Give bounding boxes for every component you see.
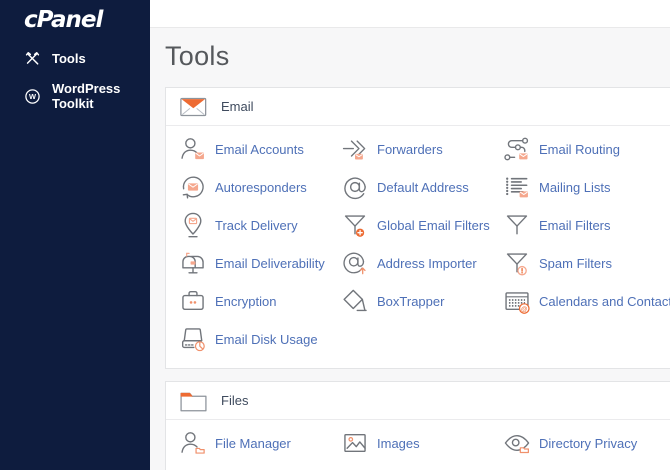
tool-item-address-importer[interactable]: Address Importer [341,244,503,282]
cpanel-logo[interactable]: cPanel [0,0,150,31]
app-window: cPanel Tools W WordPress Toolkit Tools Ema… [0,0,670,470]
tool-label: BoxTrapper [377,294,444,309]
tool-label: Images [377,436,420,451]
tool-item-mailing-lists[interactable]: Mailing Lists [503,168,670,206]
tools-icon [24,50,41,67]
global-email-filters-icon [341,211,369,239]
tool-item-directory-privacy[interactable]: Directory Privacy [503,424,670,462]
tool-item-calendars-and-contacts[interactable]: @ Calendars and Contacts [503,282,670,320]
section-title: Files [221,393,248,408]
email-accounts-icon [179,135,207,163]
tool-item-forwarders[interactable]: Forwarders [341,130,503,168]
sidebar-item-label: WordPress Toolkit [52,81,142,111]
tool-item-global-email-filters[interactable]: Global Email Filters [341,206,503,244]
boxtrapper-icon [341,287,369,315]
directory-privacy-icon [503,429,531,457]
track-delivery-icon [179,211,207,239]
tool-label: Spam Filters [539,256,612,271]
tool-grid-email: Email Accounts Forwarders Email Routing Aut… [166,126,670,368]
main-area: Tools EmailEmail AccountsForwardersEmail… [150,0,670,470]
tool-item-default-address[interactable]: Default Address [341,168,503,206]
content: Tools EmailEmail AccountsForwardersEmail… [150,28,670,470]
files-section-icon [180,390,207,412]
page-title: Tools [165,41,670,72]
tool-label: Mailing Lists [539,180,611,195]
sections-container: Email Email Accounts Forwarders Email Routi… [165,87,670,470]
tool-label: Email Accounts [215,142,304,157]
sidebar-item-tools[interactable]: Tools [0,43,150,74]
spam-filters-icon [503,249,531,277]
tool-label: Autoresponders [215,180,307,195]
tool-label: Track Delivery [215,218,298,233]
svg-text:W: W [29,92,36,101]
tool-item-email-accounts[interactable]: Email Accounts [179,130,341,168]
topbar [150,0,670,28]
sidebar-item-wordpress-toolkit[interactable]: W WordPress Toolkit [0,74,150,118]
tool-label: Encryption [215,294,276,309]
tool-label: Email Disk Usage [215,332,318,347]
tool-item-email-filters[interactable]: Email Filters [503,206,670,244]
forwarders-icon [341,135,369,163]
tool-item-autoresponders[interactable]: Autoresponders [179,168,341,206]
tool-label: Email Routing [539,142,620,157]
tool-item-track-delivery[interactable]: Track Delivery [179,206,341,244]
tool-label: Global Email Filters [377,218,490,233]
tool-label: Directory Privacy [539,436,637,451]
tool-item-email-routing[interactable]: Email Routing [503,130,670,168]
file-manager-icon [179,429,207,457]
default-address-icon [341,173,369,201]
address-importer-icon [341,249,369,277]
email-deliverability-icon [179,249,207,277]
tool-item-boxtrapper[interactable]: BoxTrapper [341,282,503,320]
tool-label: File Manager [215,436,291,451]
calendars-contacts-icon: @ [503,287,531,315]
sidebar: cPanel Tools W WordPress Toolkit [0,0,150,470]
autoresponders-icon [179,173,207,201]
email-filters-icon [503,211,531,239]
email-section-icon [180,96,207,118]
email-disk-usage-icon [179,325,207,353]
tool-item-encryption[interactable]: Encryption [179,282,341,320]
tool-item-email-disk-usage[interactable]: Email Disk Usage [179,320,341,358]
tool-grid-files: File Manager Images Directory Privacy [166,420,670,470]
tool-item-email-deliverability[interactable]: Email Deliverability [179,244,341,282]
section-card-files: Files File Manager Images Directory Privacy [165,381,670,470]
tool-item-file-manager[interactable]: File Manager [179,424,341,462]
encryption-icon [179,287,207,315]
wordpress-icon: W [24,88,41,105]
sidebar-item-label: Tools [52,51,86,66]
tool-label: Calendars and Contacts [539,294,670,309]
tool-label: Email Deliverability [215,256,325,271]
tool-label: Default Address [377,180,469,195]
sidebar-nav: Tools W WordPress Toolkit [0,43,150,118]
tool-item-images[interactable]: Images [341,424,503,462]
svg-text:@: @ [521,306,528,313]
section-header-files: Files [166,382,670,420]
tool-item-spam-filters[interactable]: Spam Filters [503,244,670,282]
section-card-email: Email Email Accounts Forwarders Email Routi… [165,87,670,369]
images-icon [341,429,369,457]
mailing-lists-icon [503,173,531,201]
section-header-email: Email [166,88,670,126]
section-title: Email [221,99,254,114]
email-routing-icon [503,135,531,163]
tool-label: Address Importer [377,256,477,271]
tool-label: Forwarders [377,142,443,157]
tool-label: Email Filters [539,218,611,233]
